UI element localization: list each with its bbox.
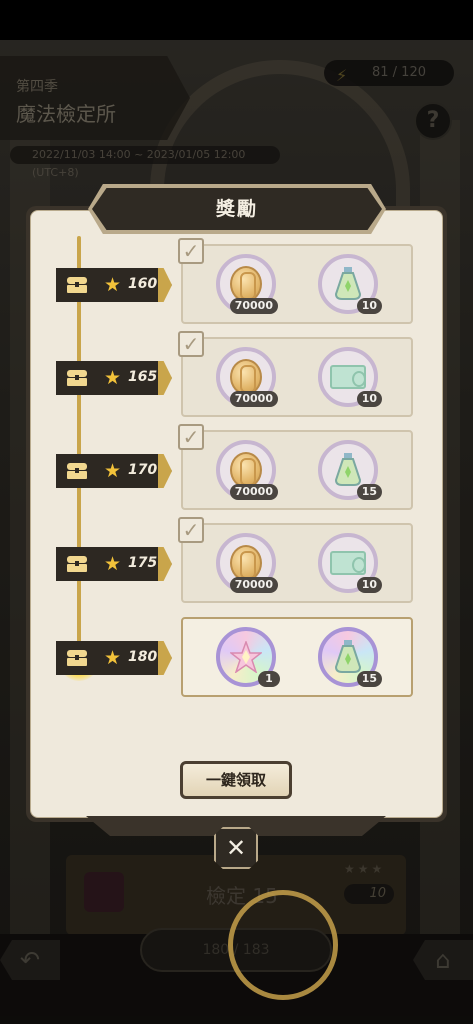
reward-quantity: 10 — [356, 298, 382, 314]
reward-item[interactable]: 70000 — [216, 347, 278, 407]
touch-indicator-ring — [228, 890, 338, 1000]
chest-icon — [66, 462, 88, 480]
gold-coin-icon — [230, 545, 262, 581]
ticket-icon — [330, 551, 366, 575]
reward-item[interactable]: 10 — [318, 347, 382, 407]
reward-quantity: 15 — [356, 671, 382, 687]
reward-quantity: 15 — [356, 484, 382, 500]
tier-tag: ★ 170 — [56, 454, 172, 488]
gold-coin-icon — [230, 359, 262, 395]
tier-star-requirement: 180 — [128, 649, 158, 665]
ticket-icon — [330, 365, 366, 389]
star-icon: ★ — [104, 647, 122, 669]
gold-coin-icon — [230, 452, 262, 488]
tier-star-requirement: 165 — [128, 369, 158, 385]
reward-quantity: 70000 — [229, 298, 278, 314]
reward-quantity: 70000 — [229, 577, 278, 593]
potion-icon — [334, 639, 362, 673]
tier-tag: ★ 180 — [56, 641, 172, 675]
chest-icon — [66, 555, 88, 573]
reward-item[interactable]: 1 — [216, 627, 280, 687]
reward-item[interactable]: 70000 — [216, 254, 278, 314]
reward-quantity: 10 — [356, 577, 382, 593]
potion-icon — [334, 452, 362, 486]
claimed-checkmark-icon: ✓ — [178, 517, 204, 543]
tier-star-requirement: 175 — [128, 555, 158, 571]
tier-star-requirement: 170 — [128, 462, 158, 478]
reward-quantity: 1 — [258, 671, 280, 687]
reward-item[interactable]: 10 — [318, 533, 382, 593]
reward-item[interactable]: 70000 — [216, 533, 278, 593]
claim-all-button[interactable]: 一鍵領取 — [180, 761, 292, 799]
close-button[interactable]: ✕ — [214, 827, 258, 869]
tier-star-requirement: 160 — [128, 276, 158, 292]
reward-item[interactable]: 15 — [318, 440, 382, 500]
chest-icon — [66, 369, 88, 387]
star-icon: ★ — [104, 367, 122, 389]
claimed-checkmark-icon: ✓ — [178, 238, 204, 264]
chest-icon — [66, 276, 88, 294]
tier-tag: ★ 175 — [56, 547, 172, 581]
game-screen: 第四季 魔法檢定所 2022/11/03 14:00 ~ 2023/01/05 … — [0, 0, 473, 1024]
reward-quantity: 70000 — [229, 484, 278, 500]
reward-item[interactable]: 10 — [318, 254, 382, 314]
claimed-checkmark-icon: ✓ — [178, 331, 204, 357]
star-icon: ★ — [104, 553, 122, 575]
potion-icon — [334, 266, 362, 300]
star-icon: ★ — [104, 274, 122, 296]
gold-coin-icon — [230, 266, 262, 302]
reward-item[interactable]: 15 — [318, 627, 382, 687]
reward-quantity: 10 — [356, 391, 382, 407]
star-icon: ★ — [104, 460, 122, 482]
star-gem-icon — [228, 639, 264, 674]
tier-tag: ★ 165 — [56, 361, 172, 395]
status-bar-area — [0, 0, 473, 40]
claimed-checkmark-icon: ✓ — [178, 424, 204, 450]
reward-item[interactable]: 70000 — [216, 440, 278, 500]
tier-tag: ★ 160 — [56, 268, 172, 302]
reward-quantity: 70000 — [229, 391, 278, 407]
panel-title: 獎勵 — [92, 188, 382, 230]
chest-icon — [66, 649, 88, 667]
